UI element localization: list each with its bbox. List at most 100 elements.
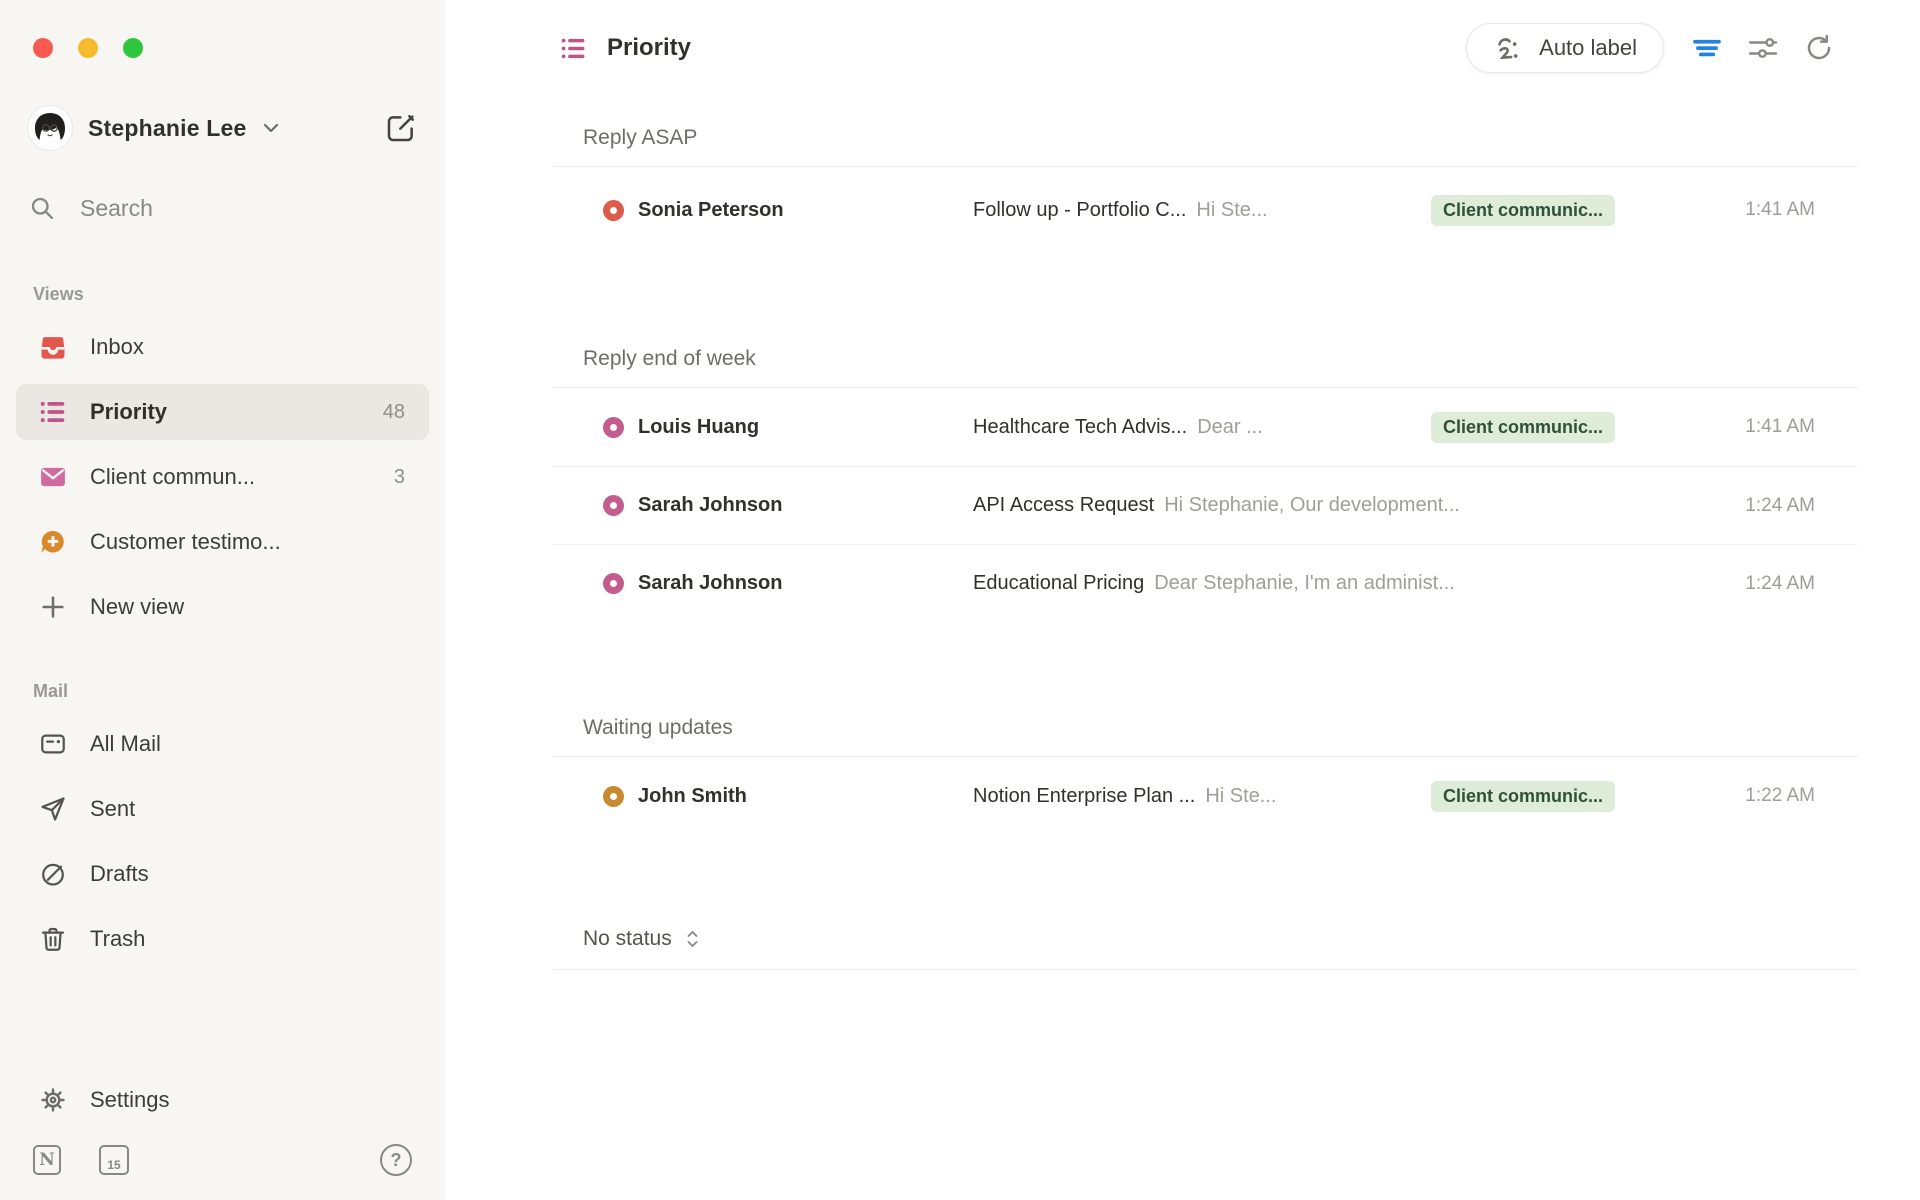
inbox-icon [38,332,68,362]
section-reply-end-of-week: Reply end of week Louis Huang Healthcare… [553,317,1858,622]
label-chip[interactable]: Client communic... [1431,412,1615,443]
label-chip[interactable]: Client communic... [1431,781,1615,812]
status-dot [603,200,624,221]
email-sender: Sarah Johnson [638,572,973,595]
sidebar-item-client-communication[interactable]: Client commun... 3 [16,449,429,505]
all-mail-icon [38,729,68,759]
priority-list-icon [38,397,68,427]
account-switcher[interactable]: Stephanie Lee [28,100,417,156]
sliders-icon[interactable] [1742,27,1784,69]
auto-label-face-icon [1493,32,1525,64]
sidebar-item-label: Inbox [90,334,144,360]
email-time: 1:24 AM [1615,573,1815,595]
sidebar-item-label: Settings [90,1087,170,1113]
sidebar-footer: N 15 ? [33,1138,412,1182]
email-subject: Notion Enterprise Plan ... [973,785,1195,808]
email-subject: Healthcare Tech Advis... [973,416,1187,439]
auto-label-button[interactable]: Auto label [1466,23,1664,73]
no-status-toggle[interactable]: No status [553,899,1858,969]
avatar [28,106,72,150]
divider [553,969,1858,970]
section-title: Reply ASAP [553,96,1858,166]
sidebar-item-new-view[interactable]: New view [16,579,429,635]
email-time: 1:22 AM [1615,785,1815,807]
calendar-icon[interactable]: 15 [99,1145,129,1175]
search-input[interactable]: Search [28,182,417,234]
sidebar-item-label: Drafts [90,861,149,887]
minimize-window-button[interactable] [78,38,98,58]
section-title: Waiting updates [553,686,1858,756]
email-list: Reply ASAP Sonia Peterson Follow up - Po… [553,96,1858,970]
auto-label-button-label: Auto label [1539,35,1637,61]
unread-count-badge: 48 [383,401,405,424]
email-row[interactable]: Sarah Johnson Educational Pricing Dear S… [553,544,1858,622]
main-panel: Priority Auto label [445,0,1920,970]
section-gap [553,253,1858,317]
sidebar-item-label: Trash [90,926,145,952]
search-placeholder: Search [80,195,153,222]
sidebar-item-settings[interactable]: Settings [16,1072,429,1128]
chevron-down-icon [261,118,281,138]
email-subject: Follow up - Portfolio C... [973,199,1186,222]
help-icon[interactable]: ? [380,1144,412,1176]
filter-icon[interactable] [1686,27,1728,69]
sidebar-item-priority[interactable]: Priority 48 [16,384,429,440]
view-header: Priority Auto label [445,0,1920,96]
close-window-button[interactable] [33,38,53,58]
sidebar-item-label: New view [90,594,184,620]
email-snippet: Hi Ste... [1196,199,1419,222]
notion-logo-icon[interactable]: N [33,1145,61,1175]
email-sender: John Smith [638,785,973,808]
sidebar-item-trash[interactable]: Trash [16,911,429,967]
sort-chevrons-icon [684,929,701,949]
email-snippet: Hi Ste... [1205,785,1419,808]
email-row[interactable]: John Smith Notion Enterprise Plan ... Hi… [553,757,1858,835]
send-icon [38,794,68,824]
page-title: Priority [607,34,691,62]
email-time: 1:41 AM [1615,199,1815,221]
section-gap [553,835,1858,899]
email-snippet: Dear ... [1197,416,1419,439]
status-dot [603,495,624,516]
sidebar-item-label: Sent [90,796,135,822]
email-row[interactable]: Sarah Johnson API Access Request Hi Step… [553,466,1858,544]
unread-count-badge: 3 [394,466,405,489]
refresh-icon[interactable] [1798,27,1840,69]
sidebar-item-customer-testimonials[interactable]: Customer testimo... [16,514,429,570]
search-icon [28,194,56,222]
plus-icon [38,592,68,622]
sidebar-item-inbox[interactable]: Inbox [16,319,429,375]
section-no-status: No status [553,899,1858,970]
window-controls [0,0,445,58]
section-title: No status [583,927,672,951]
trash-icon [38,924,68,954]
mail-section-label: Mail [0,681,445,702]
drafts-icon [38,859,68,889]
gear-icon [38,1085,68,1115]
email-subject: API Access Request [973,494,1154,517]
sidebar-item-sent[interactable]: Sent [16,781,429,837]
section-waiting-updates: Waiting updates John Smith Notion Enterp… [553,686,1858,835]
sidebar-item-drafts[interactable]: Drafts [16,846,429,902]
status-dot [603,786,624,807]
email-time: 1:24 AM [1615,495,1815,517]
email-sender: Louis Huang [638,416,973,439]
email-time: 1:41 AM [1615,416,1815,438]
account-name: Stephanie Lee [88,115,247,142]
sidebar-item-label: Priority [90,399,167,425]
email-row[interactable]: Sonia Peterson Follow up - Portfolio C..… [553,167,1858,253]
section-reply-asap: Reply ASAP Sonia Peterson Follow up - Po… [553,96,1858,253]
views-section-label: Views [0,284,445,305]
compose-button[interactable] [385,112,417,144]
zoom-window-button[interactable] [123,38,143,58]
envelope-icon [38,462,68,492]
status-dot [603,573,624,594]
status-dot [603,417,624,438]
sidebar-item-all-mail[interactable]: All Mail [16,716,429,772]
chat-plus-icon [38,527,68,557]
label-chip[interactable]: Client communic... [1431,195,1615,226]
email-sender: Sonia Peterson [638,199,973,222]
email-snippet: Hi Stephanie, Our development... [1164,494,1615,517]
section-title: Reply end of week [553,317,1858,387]
email-row[interactable]: Louis Huang Healthcare Tech Advis... Dea… [553,388,1858,466]
